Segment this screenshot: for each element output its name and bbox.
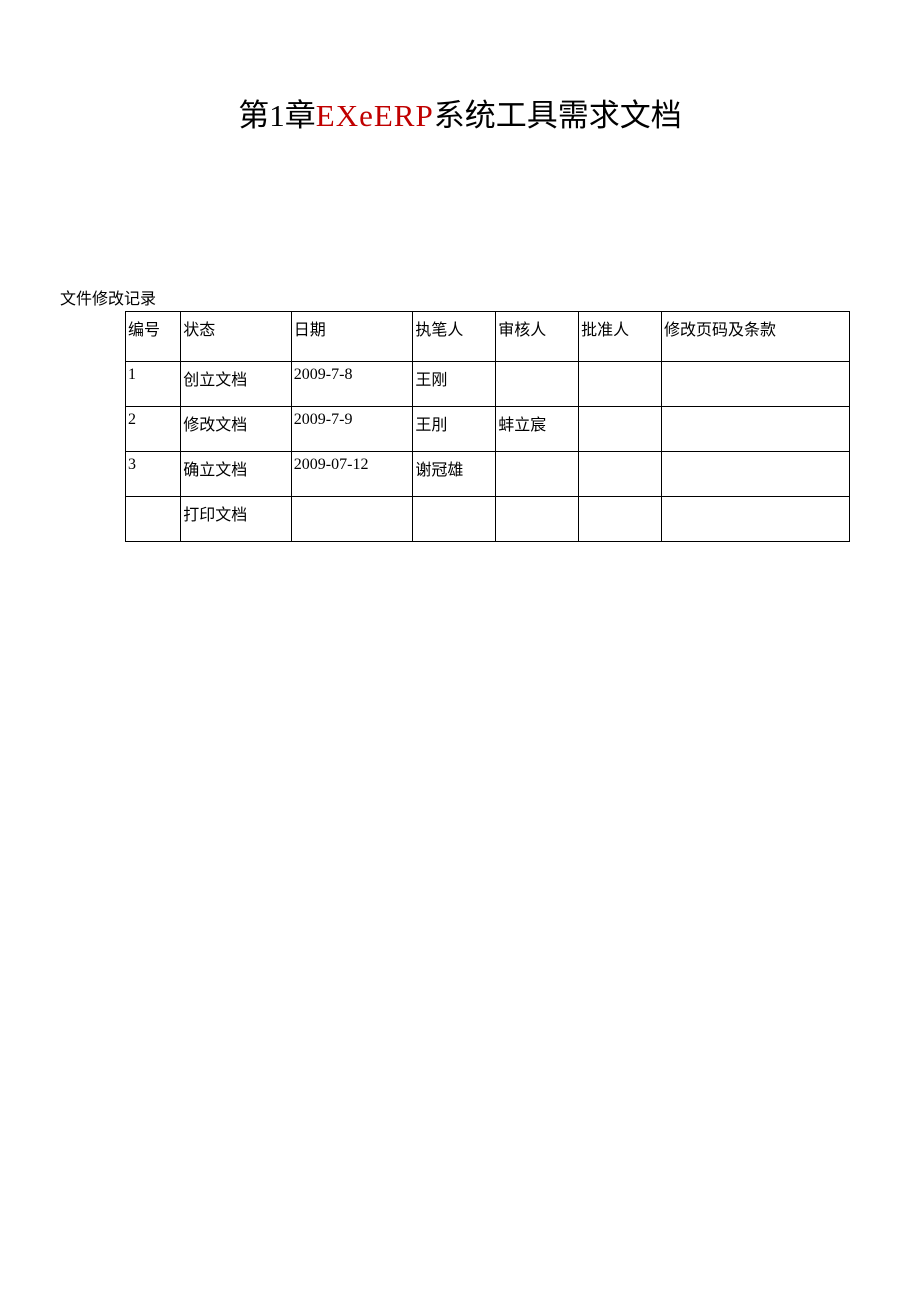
table-row: 打印文档 — [126, 497, 850, 542]
cell-id: 2 — [126, 407, 181, 452]
cell-approver — [579, 362, 662, 407]
cell-reviewer — [496, 452, 579, 497]
cell-pages — [662, 407, 850, 452]
cell-id: 1 — [126, 362, 181, 407]
cell-approver — [579, 407, 662, 452]
header-pages: 修改页码及条款 — [662, 312, 850, 362]
cell-id — [126, 497, 181, 542]
cell-reviewer — [496, 497, 579, 542]
table-row: 1 创立文档 2009-7-8 王刚 — [126, 362, 850, 407]
header-date: 日期 — [291, 312, 413, 362]
cell-pages — [662, 497, 850, 542]
section-label: 文件修改记录 — [60, 285, 860, 309]
cell-date: 2009-07-12 — [291, 452, 413, 497]
table-row: 2 修改文档 2009-7-9 王刖 蚌立宸 — [126, 407, 850, 452]
cell-date: 2009-7-8 — [291, 362, 413, 407]
header-id: 编号 — [126, 312, 181, 362]
cell-author: 王刖 — [413, 407, 496, 452]
cell-date: 2009-7-9 — [291, 407, 413, 452]
cell-author — [413, 497, 496, 542]
cell-date — [291, 497, 413, 542]
cell-approver — [579, 452, 662, 497]
title-suffix: 系统工具需求文档 — [434, 98, 682, 133]
cell-pages — [662, 452, 850, 497]
cell-status: 创立文档 — [181, 362, 292, 407]
title-red: EXeERP — [316, 98, 434, 133]
header-approver: 批准人 — [579, 312, 662, 362]
table-header-row: 编号 状态 日期 执笔人 审核人 批准人 修改页码及条款 — [126, 312, 850, 362]
cell-reviewer — [496, 362, 579, 407]
header-author: 执笔人 — [413, 312, 496, 362]
cell-approver — [579, 497, 662, 542]
cell-author: 谢冠雄 — [413, 452, 496, 497]
header-status: 状态 — [181, 312, 292, 362]
cell-status: 确立文档 — [181, 452, 292, 497]
document-page: 第1章EXeERP系统工具需求文档 文件修改记录 编号 状态 日期 执笔人 审核… — [0, 0, 920, 542]
page-title: 第1章EXeERP系统工具需求文档 — [60, 90, 860, 135]
header-reviewer: 审核人 — [496, 312, 579, 362]
cell-id: 3 — [126, 452, 181, 497]
cell-status: 打印文档 — [181, 497, 292, 542]
cell-pages — [662, 362, 850, 407]
title-prefix: 第1章 — [238, 98, 316, 133]
cell-reviewer: 蚌立宸 — [496, 407, 579, 452]
cell-status: 修改文档 — [181, 407, 292, 452]
table-row: 3 确立文档 2009-07-12 谢冠雄 — [126, 452, 850, 497]
cell-author: 王刚 — [413, 362, 496, 407]
revision-table: 编号 状态 日期 执笔人 审核人 批准人 修改页码及条款 1 创立文档 2009… — [125, 311, 850, 542]
